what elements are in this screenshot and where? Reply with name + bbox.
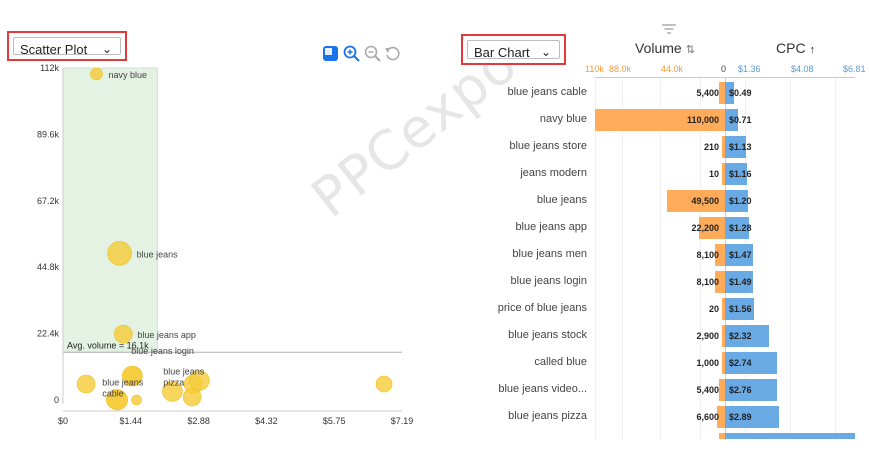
keyword-label: blue jeans app <box>515 221 587 233</box>
grid-line <box>622 78 623 440</box>
volume-value: 210 <box>703 142 719 152</box>
cpc-value: $0.71 <box>729 115 752 125</box>
volume-value: 49,500 <box>691 196 719 206</box>
volume-value: 5,400 <box>696 385 719 395</box>
volume-value: 10 <box>708 169 719 179</box>
cpc-value: $1.13 <box>729 142 752 152</box>
grid-line <box>835 78 836 440</box>
keyword-label: blue jeans login <box>510 275 587 287</box>
keyword-label: navy blue <box>539 113 587 125</box>
cpc-value: $1.28 <box>729 223 752 233</box>
cpc-value: $2.89 <box>729 412 752 422</box>
keyword-label: blue jeans video... <box>498 383 587 395</box>
keyword-label: blue jeans pizza <box>508 410 587 422</box>
keyword-label: blue jeans cable <box>507 86 587 98</box>
volume-value: 5,400 <box>696 88 719 98</box>
volume-value: 8,100 <box>696 250 719 260</box>
volume-value: 8,100 <box>696 277 719 287</box>
cpc-value: $2.76 <box>729 385 752 395</box>
volume-value: 22,200 <box>691 223 719 233</box>
bar-chart: blue jeans cable 5,400 $0.49 navy blue 110,0… <box>0 0 869 476</box>
keyword-label: price of blue jeans <box>497 302 587 314</box>
keyword-label: jeans modern <box>520 167 587 179</box>
keyword-label: blue jeans <box>536 194 587 206</box>
volume-value: 110,000 <box>686 115 719 125</box>
cpc-value: $1.20 <box>729 196 752 206</box>
grid-line <box>790 78 791 440</box>
cpc-value: $2.32 <box>729 331 752 341</box>
volume-value: 2,900 <box>696 331 719 341</box>
grid-line <box>660 78 661 440</box>
keyword-label: called blue <box>534 356 587 368</box>
volume-value: 20 <box>708 304 719 314</box>
cpc-bar-partial <box>725 433 855 439</box>
volume-value: 1,000 <box>696 358 719 368</box>
keyword-label: blue jeans men <box>512 248 587 260</box>
grid-line <box>595 78 596 440</box>
cpc-value: $1.56 <box>729 304 752 314</box>
cpc-value: $1.16 <box>729 169 752 179</box>
volume-value: 6,600 <box>696 412 719 422</box>
cpc-value: $1.49 <box>729 277 752 287</box>
cpc-value: $1.47 <box>729 250 752 260</box>
keyword-label: blue jeans stock <box>508 329 587 341</box>
keyword-label: blue jeans store <box>509 140 587 152</box>
cpc-value: $0.49 <box>729 88 752 98</box>
cpc-value: $2.74 <box>729 358 752 368</box>
